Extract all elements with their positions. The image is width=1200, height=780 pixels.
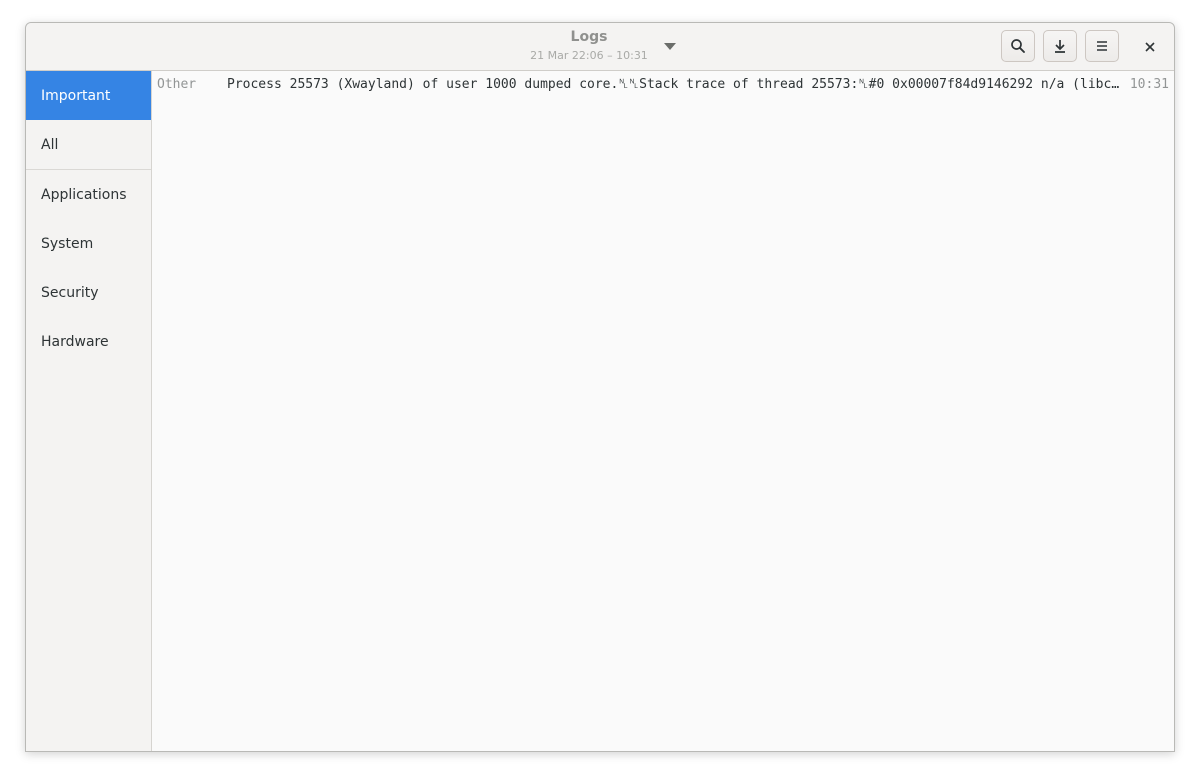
chevron-down-icon xyxy=(664,42,676,50)
title-area[interactable]: Logs 21 Mar 22:06 – 10:31 xyxy=(506,23,726,70)
time-range-subtitle: 21 Mar 22:06 – 10:31 xyxy=(530,49,648,62)
log-message: Process 25573 (Xwayland) of user 1000 du… xyxy=(227,77,1122,92)
main-menu-button[interactable] xyxy=(1085,30,1119,62)
close-icon xyxy=(1145,42,1155,52)
sidebar-item-security[interactable]: Security xyxy=(26,268,151,317)
hamburger-menu-icon xyxy=(1097,41,1107,51)
sidebar-item-all[interactable]: All xyxy=(26,120,151,169)
sidebar-item-system[interactable]: System xyxy=(26,219,151,268)
sidebar-item-label: Hardware xyxy=(41,333,109,350)
close-button[interactable] xyxy=(1139,36,1161,58)
log-row[interactable]: Other Process 25573 (Xwayland) of user 1… xyxy=(152,71,1174,99)
sidebar-item-label: All xyxy=(41,136,59,153)
sidebar-item-label: Applications xyxy=(41,186,127,203)
logs-window: Logs 21 Mar 22:06 – 10:31 Important All … xyxy=(25,22,1175,752)
log-time: 10:31 xyxy=(1129,77,1169,92)
download-icon xyxy=(1055,40,1065,53)
window-title: Logs xyxy=(570,29,608,45)
search-button[interactable] xyxy=(1001,30,1035,62)
category-sidebar: Important All Applications System Securi… xyxy=(26,71,152,751)
sidebar-item-applications[interactable]: Applications xyxy=(26,170,151,219)
search-icon xyxy=(1011,39,1025,53)
log-list: Other Process 25573 (Xwayland) of user 1… xyxy=(152,71,1174,751)
sidebar-item-label: Important xyxy=(41,87,111,104)
sidebar-item-label: Security xyxy=(41,284,99,301)
boot-selector-dropdown[interactable] xyxy=(663,41,677,51)
sidebar-item-important[interactable]: Important xyxy=(26,71,151,120)
log-category: Other xyxy=(157,77,197,92)
sidebar-item-hardware[interactable]: Hardware xyxy=(26,317,151,366)
export-button[interactable] xyxy=(1043,30,1077,62)
header-bar: Logs 21 Mar 22:06 – 10:31 xyxy=(26,23,1174,71)
sidebar-item-label: System xyxy=(41,235,94,252)
